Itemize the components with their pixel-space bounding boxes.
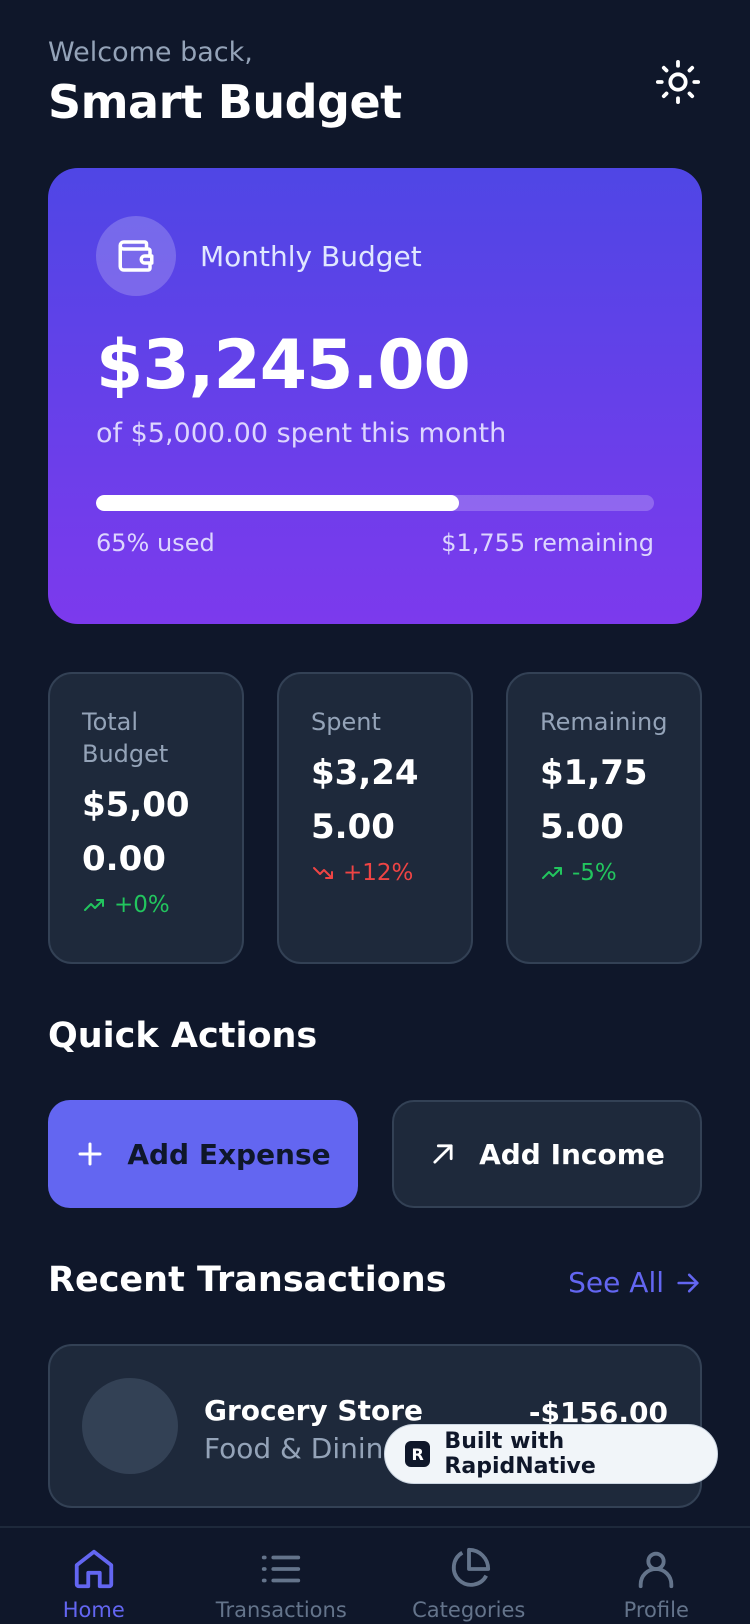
budget-label: Monthly Budget — [200, 239, 422, 273]
wallet-icon-container — [96, 216, 176, 296]
trending-down-icon — [313, 867, 333, 879]
list-icon — [262, 1555, 301, 1583]
welcome-text: Welcome back, — [48, 37, 253, 68]
stat-label: Remaining — [540, 708, 668, 736]
stat-value: $1,755.00 — [540, 753, 648, 847]
add-income-button[interactable]: Add Income — [392, 1100, 702, 1208]
tab-categories[interactable]: Categories — [375, 1528, 563, 1624]
stat-change: -5% — [540, 860, 668, 886]
stat-value: $5,000.00 — [82, 785, 190, 879]
budget-progress-bar — [96, 495, 654, 511]
stat-card-total-budget[interactable]: Total Budget $5,000.00 +0% — [48, 672, 244, 964]
bottom-tab-bar: Home Transactions Categories Profile — [0, 1526, 750, 1624]
budget-subtitle: of $5,000.00 spent this month — [96, 418, 507, 449]
stat-change-value: -5% — [572, 860, 617, 886]
sun-icon — [655, 59, 701, 105]
page-title: Smart Budget — [48, 75, 402, 129]
stat-card-remaining[interactable]: Remaining $1,755.00 -5% — [506, 672, 702, 964]
quick-actions: Add Expense Add Income — [48, 1100, 702, 1208]
stat-card-spent[interactable]: Spent $3,245.00 +12% — [277, 672, 473, 964]
used-percent-label: 65% used — [96, 529, 215, 557]
tab-label: Transactions — [215, 1598, 347, 1622]
budget-spent-amount: $3,245.00 — [96, 326, 471, 405]
see-all-label: See All — [568, 1266, 664, 1299]
stat-value: $3,245.00 — [311, 753, 419, 847]
plus-icon — [78, 1142, 102, 1166]
wallet-icon — [118, 240, 154, 272]
tab-home[interactable]: Home — [0, 1528, 188, 1624]
theme-toggle-button[interactable] — [654, 58, 702, 106]
arrow-right-icon — [677, 1273, 699, 1292]
recent-transactions-title: Recent Transactions — [48, 1260, 447, 1300]
tab-transactions[interactable]: Transactions — [188, 1528, 376, 1624]
transaction-name: Grocery Store — [204, 1394, 424, 1427]
remaining-label: $1,755 remaining — [441, 529, 654, 557]
stat-change: +0% — [82, 892, 210, 918]
built-with-badge[interactable]: R Built with RapidNative — [384, 1424, 718, 1484]
see-all-link[interactable]: See All — [568, 1266, 702, 1299]
user-icon — [639, 1551, 674, 1589]
trending-up-icon — [84, 899, 104, 911]
tab-label: Profile — [623, 1598, 689, 1622]
stat-change-value: +0% — [114, 892, 170, 918]
header: Welcome back, Smart Budget — [48, 36, 702, 136]
stat-change-value: +12% — [343, 860, 414, 886]
transaction-category: Food & Dining — [204, 1432, 402, 1465]
stat-change: +12% — [311, 860, 439, 886]
tab-profile[interactable]: Profile — [563, 1528, 750, 1624]
transaction-avatar — [82, 1378, 178, 1474]
home-icon — [74, 1549, 113, 1589]
stats-row: Total Budget $5,000.00 +0% Spent $3,245.… — [48, 672, 702, 964]
add-expense-label: Add Expense — [127, 1137, 331, 1171]
tab-label: Home — [62, 1598, 125, 1622]
tab-label: Categories — [412, 1598, 526, 1622]
badge-text: Built with RapidNative — [444, 1429, 596, 1479]
pie-chart-icon — [451, 1547, 490, 1587]
add-expense-button[interactable]: Add Expense — [48, 1100, 358, 1208]
rapidnative-logo-icon: R — [405, 1441, 431, 1467]
add-income-label: Add Income — [479, 1137, 665, 1171]
arrow-up-right-icon — [433, 1144, 453, 1164]
trending-up-icon — [542, 867, 562, 879]
stat-label: Total Budget — [82, 708, 169, 768]
budget-progress-fill — [96, 495, 459, 511]
quick-actions-title: Quick Actions — [48, 1016, 318, 1056]
stat-label: Spent — [311, 708, 381, 736]
monthly-budget-card: Monthly Budget $3,245.00 of $5,000.00 sp… — [48, 168, 702, 624]
